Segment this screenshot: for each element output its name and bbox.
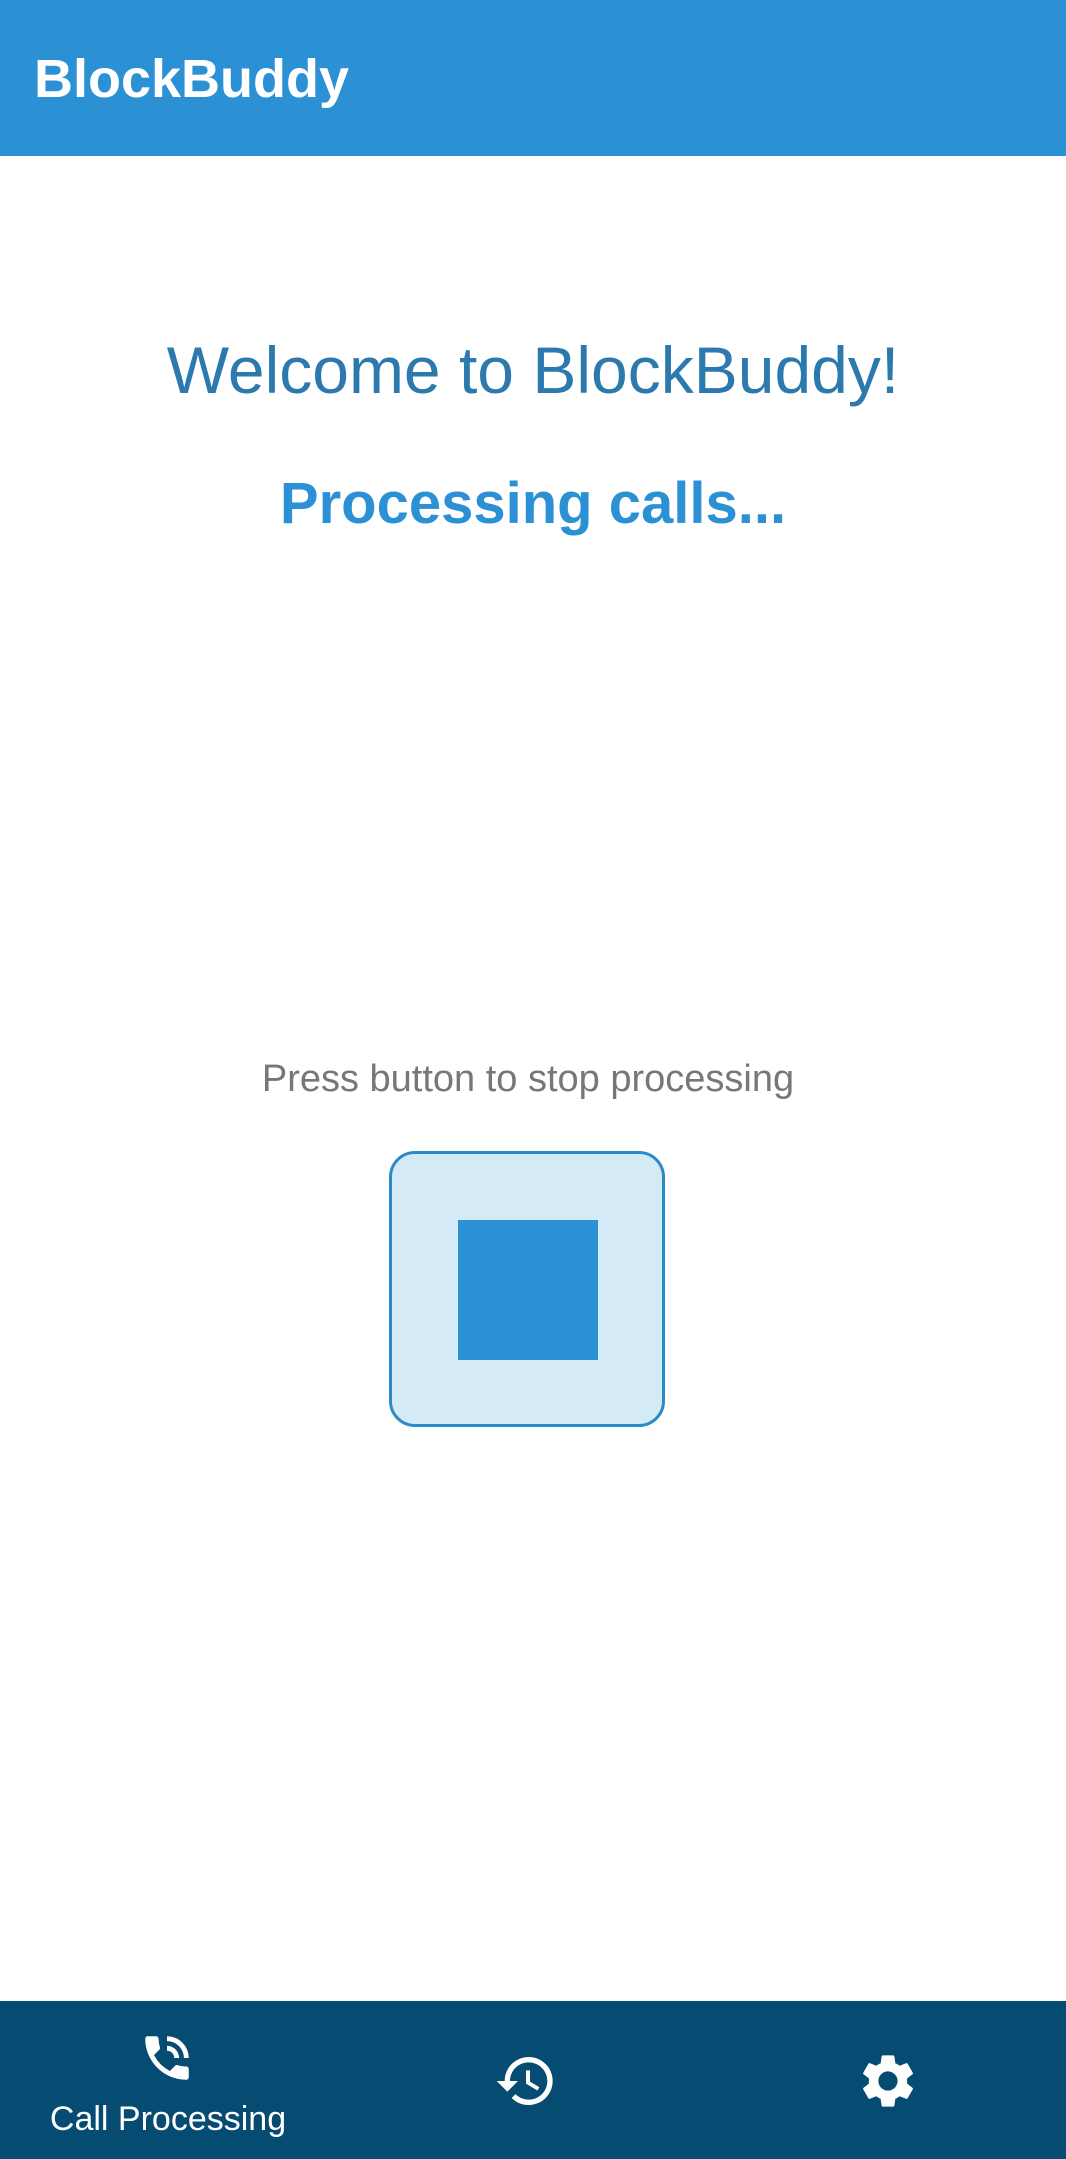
phone-call-icon [145, 2036, 189, 2080]
welcome-heading: Welcome to BlockBuddy! [166, 333, 900, 407]
stop-icon [458, 1220, 598, 1360]
app-title: BlockBuddy [34, 49, 350, 109]
nav-item-history[interactable] [356, 2001, 692, 2159]
nav-item-settings[interactable] [712, 2001, 1066, 2159]
app-screen: BlockBuddy Welcome to BlockBuddy! Proces… [0, 0, 1066, 2159]
app-bar: BlockBuddy [0, 0, 1066, 156]
nav-item-call-processing[interactable]: Call Processing [0, 2001, 336, 2159]
nav-label-call-processing: Call Processing [49, 2100, 287, 2138]
history-icon [496, 2057, 553, 2105]
stop-hint-text: Press button to stop processing [261, 1058, 795, 1100]
bottom-navigation: Call Processing [0, 2001, 1066, 2159]
stop-processing-button[interactable] [389, 1151, 665, 1427]
settings-gear-icon [863, 2055, 913, 2107]
processing-status: Processing calls... [279, 471, 787, 536]
